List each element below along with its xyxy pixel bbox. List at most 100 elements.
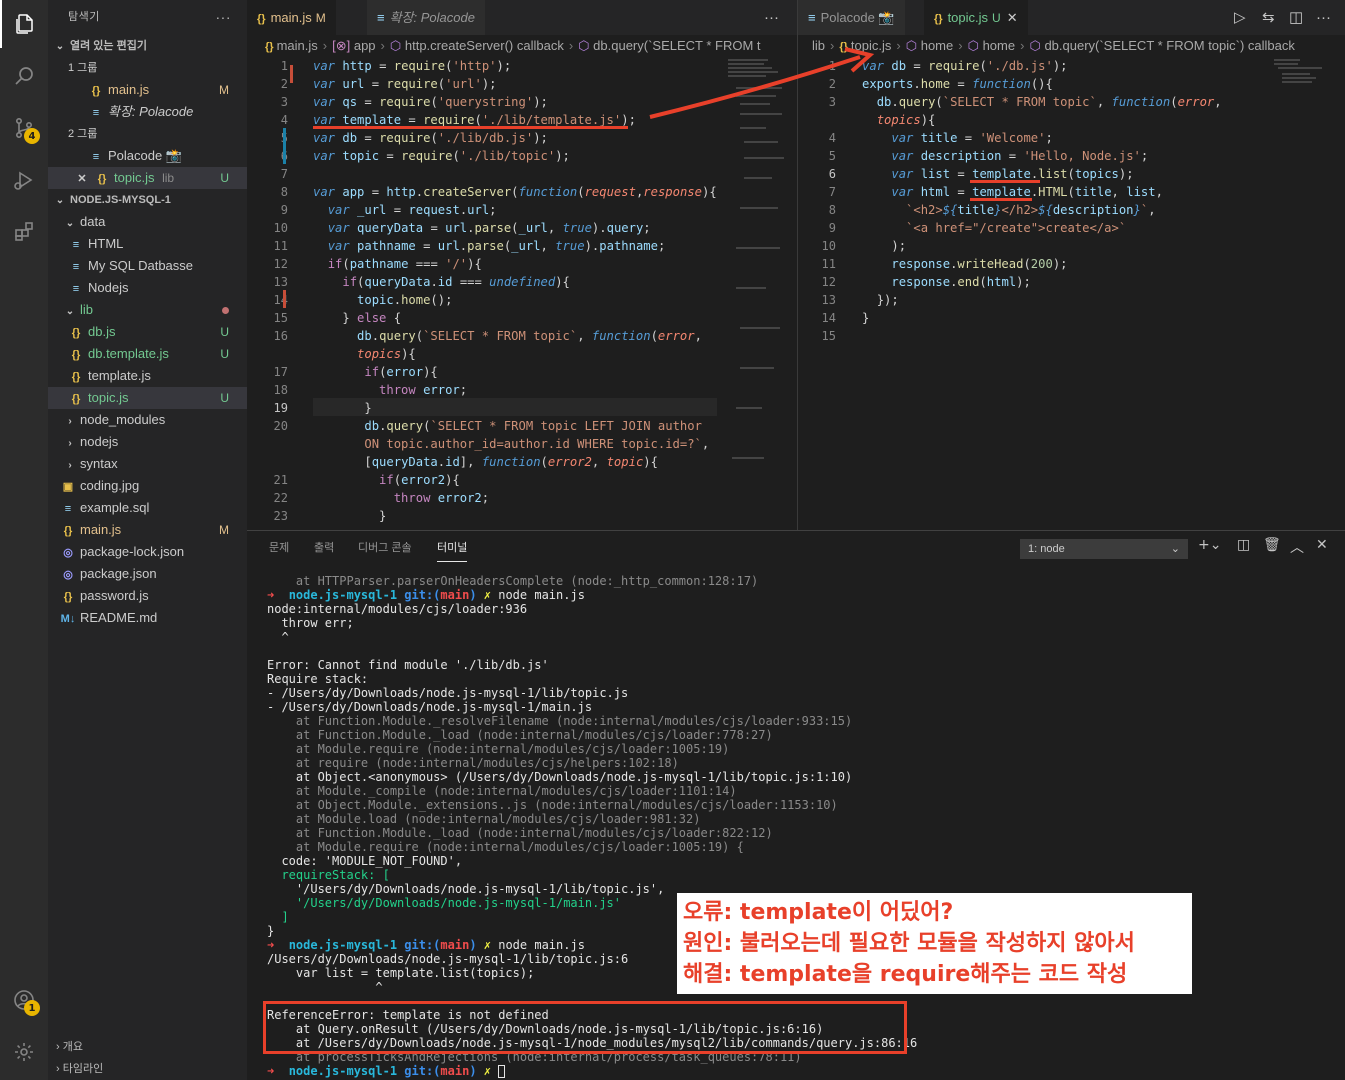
tree-item-package-json[interactable]: ◎ package.json xyxy=(48,563,247,585)
open-editors-label: 열려 있는 편집기 xyxy=(70,40,147,52)
tab-polacode-ext[interactable]: ≡ 확장: Polacode xyxy=(367,0,485,35)
tab-problems[interactable]: 문제 xyxy=(269,539,289,555)
prompt-part: ✗ xyxy=(483,588,499,602)
tab-terminal[interactable]: 터미널 xyxy=(437,539,468,562)
files-icon[interactable] xyxy=(0,0,48,48)
run-debug-icon[interactable] xyxy=(0,156,48,204)
tree-item-topic-js[interactable]: {} topic.js U xyxy=(48,387,247,409)
line-number: 3 xyxy=(280,95,288,109)
prompt-part: git:( xyxy=(404,588,441,602)
project-section[interactable]: ⌄ NODE.JS-MYSQL-1 xyxy=(48,189,247,211)
outline-section[interactable]: › 개요 xyxy=(48,1036,247,1058)
terminal-select[interactable]: 1: node ⌄ xyxy=(1020,539,1188,559)
breadcrumb-item[interactable]: db.query(`SELECT * FROM topic`) callback xyxy=(1044,38,1294,53)
open-editor-polacode-ext[interactable]: ≡ 확장: Polacode xyxy=(48,101,247,123)
untracked-badge: U xyxy=(220,347,229,361)
line-number: 9 xyxy=(828,221,836,235)
close-icon[interactable]: ✕ xyxy=(1007,10,1018,25)
line-number: 15 xyxy=(821,329,836,343)
breadcrumb-item[interactable]: home xyxy=(983,38,1016,53)
trash-icon[interactable]: 🗑 xyxy=(1263,537,1281,553)
settings-gear-icon[interactable] xyxy=(0,1028,48,1076)
open-editors-section[interactable]: ⌄ 열려 있는 편집기 xyxy=(48,35,247,57)
group-1-label: 1 그룹 xyxy=(48,57,247,79)
breadcrumb-item[interactable]: app xyxy=(354,38,376,53)
tree-item-password-js[interactable]: {} password.js xyxy=(48,585,247,607)
prompt-part: main xyxy=(440,588,470,602)
search-icon[interactable] xyxy=(0,52,48,100)
tab-main-js[interactable]: {} main.js M xyxy=(247,0,336,35)
untracked-badge: U xyxy=(220,171,229,185)
open-editor-main-js[interactable]: {} main.js M xyxy=(48,79,247,101)
tree-item-coding-jpg[interactable]: ▣ coding.jpg xyxy=(48,475,247,497)
js-file-icon: {} xyxy=(97,173,107,185)
tree-item-node-modules[interactable]: › node_modules xyxy=(48,409,247,431)
line-number: 7 xyxy=(280,167,288,181)
account-icon[interactable]: 1 xyxy=(0,976,48,1024)
tab-output[interactable]: 출력 xyxy=(314,539,334,555)
tab-more-icon[interactable]: ··· xyxy=(1316,0,1331,35)
timeline-section[interactable]: › 타임라인 xyxy=(48,1058,247,1080)
prompt-part: ✗ xyxy=(483,938,499,952)
tree-item-mysql[interactable]: ≡ My SQL Datbasse xyxy=(48,255,247,277)
line-number: 8 xyxy=(280,185,288,199)
terminal-line: at Function.Module._resolveFilename (nod… xyxy=(267,714,853,728)
tab-debug-console[interactable]: 디버그 콘솔 xyxy=(358,539,412,555)
run-file-icon[interactable]: ▷ xyxy=(1234,0,1246,35)
tab-label: 확장: Polacode xyxy=(389,10,475,25)
tree-item-example-sql[interactable]: ≡ example.sql xyxy=(48,497,247,519)
untracked-badge: U xyxy=(992,11,1001,25)
bottom-panel: 문제 출력 디버그 콘솔 터미널 1: node ⌄ +⌄ ◫ 🗑 ︿ ✕ at … xyxy=(247,530,1345,1080)
prompt-part: ➜ xyxy=(267,1064,289,1078)
right-code-area[interactable]: var db = require('./db.js'); exports.hom… xyxy=(862,57,1270,527)
tree-item-template-js[interactable]: {} template.js xyxy=(48,365,247,387)
terminal-line: ^ xyxy=(267,980,383,994)
tree-item-lib[interactable]: ⌄ lib xyxy=(48,299,247,321)
tab-polacode[interactable]: ≡ Polacode 📸 xyxy=(798,0,905,35)
close-icon[interactable]: ✕ xyxy=(74,168,90,190)
line-number: 20 xyxy=(273,419,288,433)
tree-item-main-js[interactable]: {} main.js M xyxy=(48,519,247,541)
annotation-solution-line: 해결: template을 require해주는 코드 작성 xyxy=(683,962,1128,987)
json-file-icon: ◎ xyxy=(63,569,73,581)
annotation-cause-line: 원인: 불러오는데 필요한 모듈을 작성하지 않아서 xyxy=(683,931,1135,956)
line-number: 5 xyxy=(828,149,836,163)
right-minimap[interactable] xyxy=(1272,57,1332,137)
open-editor-polacode[interactable]: ≡ Polacode 📸 xyxy=(48,145,247,167)
prompt-part: ) xyxy=(469,1064,484,1078)
tab-more-icon[interactable]: ··· xyxy=(764,0,779,35)
breadcrumb-item[interactable]: http.createServer() callback xyxy=(405,38,564,53)
more-actions-icon[interactable]: ··· xyxy=(216,0,232,35)
compare-changes-icon[interactable]: ⇆ xyxy=(1262,0,1275,35)
tree-item-syntax[interactable]: › syntax xyxy=(48,453,247,475)
line-number: 2 xyxy=(280,77,288,91)
left-minimap[interactable] xyxy=(722,57,794,527)
source-control-icon[interactable]: 4 xyxy=(0,104,48,152)
left-tab-bar: {} main.js M ≡ 확장: Polacode ··· xyxy=(247,0,797,35)
open-editor-topic-js[interactable]: ✕ {} topic.js lib U xyxy=(48,167,247,189)
terminal-line: at require (node:internal/modules/cjs/he… xyxy=(267,756,679,770)
split-terminal-icon[interactable]: ◫ xyxy=(1237,537,1250,553)
tree-item-data[interactable]: ⌄ data xyxy=(48,211,247,233)
tree-item-readme[interactable]: M↓ README.md xyxy=(48,607,247,629)
split-editor-icon[interactable]: ◫ xyxy=(1289,0,1303,35)
tab-topic-js[interactable]: {} topic.js U ✕ xyxy=(924,0,1028,35)
js-file-icon: {} xyxy=(71,349,81,361)
line-number: 8 xyxy=(828,203,836,217)
breadcrumb-item[interactable]: home xyxy=(921,38,954,53)
tree-label: template.js xyxy=(88,368,151,383)
close-panel-icon[interactable]: ✕ xyxy=(1316,537,1328,553)
new-terminal-icon[interactable]: +⌄ xyxy=(1198,537,1221,553)
extensions-icon[interactable] xyxy=(0,208,48,256)
open-editor-label: Polacode 📸 xyxy=(108,148,183,163)
maximize-panel-icon[interactable]: ︿ xyxy=(1290,537,1304,557)
tree-item-db-template-js[interactable]: {} db.template.js U xyxy=(48,343,247,365)
tree-item-nodejs-file[interactable]: ≡ Nodejs xyxy=(48,277,247,299)
tree-label: db.template.js xyxy=(88,346,169,361)
tree-item-html[interactable]: ≡ HTML xyxy=(48,233,247,255)
tree-item-db-js[interactable]: {} db.js U xyxy=(48,321,247,343)
tree-item-package-lock[interactable]: ◎ package-lock.json xyxy=(48,541,247,563)
breadcrumb-item[interactable]: main.js xyxy=(277,38,318,53)
open-editor-label: topic.js xyxy=(114,170,155,185)
tree-item-nodejs[interactable]: › nodejs xyxy=(48,431,247,453)
